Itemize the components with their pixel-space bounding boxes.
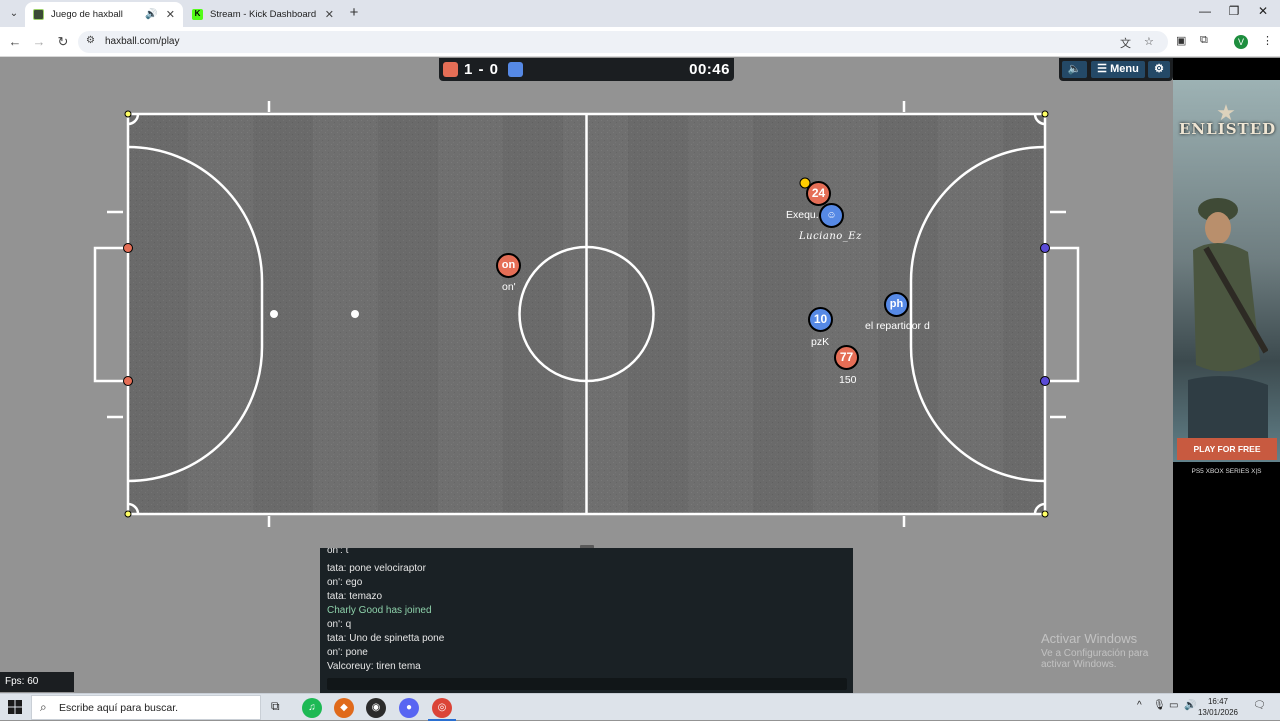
ad-platforms: PS5 XBOX SERIES X|S: [1173, 462, 1280, 482]
player-name: el repartidor d: [865, 320, 930, 332]
translate-icon[interactable]: 文: [1120, 35, 1131, 51]
chat-message: tata: pone velociraptor: [327, 563, 426, 574]
play-for-free-button[interactable]: PLAY FOR FREE: [1177, 438, 1277, 460]
windows-taskbar: ⌕ Escribe aquí para buscar. ⧉ ♫ ◆ ◉ ● ◎ …: [0, 693, 1280, 721]
browser-toolbar: ← → ↻ ⚙ haxball.com/play 文 ☆ ▣ ⧉ V ⋮: [0, 27, 1280, 57]
chat-message: on': t: [327, 548, 349, 556]
player-name: on': [502, 281, 516, 293]
scoreboard: 1 - 0 00:46: [439, 58, 734, 81]
volume-icon[interactable]: 🔊: [1184, 700, 1196, 711]
tab-juego-de-haxball[interactable]: Juego de haxball 🔊 ✕: [25, 2, 183, 27]
url-text[interactable]: haxball.com/play: [105, 36, 179, 47]
windows-activation-title: Activar Windows: [1041, 631, 1138, 646]
chat-panel: on': t tata: pone velociraptor on': ego …: [320, 548, 853, 693]
network-icon[interactable]: ▭: [1169, 700, 1178, 711]
site-info-icon[interactable]: ⚙: [86, 35, 95, 46]
player-disc: 24: [806, 181, 831, 206]
chat-message: tata: temazo: [327, 591, 383, 602]
tab-search-dropdown-icon[interactable]: ⌄: [5, 5, 23, 23]
soldier-illustration: [1188, 198, 1268, 440]
spotify-app-icon[interactable]: ♫: [302, 698, 322, 718]
profile-avatar[interactable]: V: [1234, 35, 1248, 49]
player-disc: on: [496, 253, 521, 278]
tab-close-icon[interactable]: ✕: [166, 8, 175, 21]
chat-message: on': pone: [327, 647, 368, 658]
tab-kick-dashboard[interactable]: K Stream - Kick Dashboard ✕: [184, 2, 342, 27]
tab-audio-icon[interactable]: 🔊: [145, 9, 157, 20]
tab-close-icon[interactable]: ✕: [325, 8, 334, 21]
menu-button[interactable]: ☰ Menu: [1091, 61, 1145, 78]
discord-app-icon[interactable]: ●: [399, 698, 419, 718]
player-name: 150: [839, 374, 857, 386]
browser-menu-icon[interactable]: ⋮: [1262, 34, 1273, 47]
player-disc: 10: [808, 307, 833, 332]
chat-message: on': ego: [327, 577, 363, 588]
chrome-app-icon[interactable]: ◎: [432, 698, 452, 718]
player-disc: 77: [834, 345, 859, 370]
ad-logo: ENLISTED: [1179, 120, 1277, 138]
haxball-game-view[interactable]: 1 - 0 00:46 🔈 ☰ Menu ⚙ 24 Exequ...re ☺ L…: [0, 58, 1173, 693]
taskbar-search[interactable]: ⌕ Escribe aquí para buscar.: [31, 695, 261, 720]
taskbar-search-placeholder: Escribe aquí para buscar.: [59, 702, 179, 714]
chat-input[interactable]: [327, 678, 847, 690]
chat-join-notice: Charly Good has joined: [327, 605, 432, 616]
obs-app-icon[interactable]: ◉: [366, 698, 386, 718]
bookmark-star-icon[interactable]: ☆: [1144, 35, 1154, 48]
player-name: pzK: [811, 336, 830, 348]
forward-arrow-icon[interactable]: →: [30, 33, 48, 51]
enlisted-ad-banner[interactable]: ★ ENLISTED PLAY FOR FREE PS5 XBOX SERIES…: [1173, 80, 1280, 482]
address-bar[interactable]: ⚙ haxball.com/play 文 ☆: [78, 31, 1168, 53]
extensions-puzzle-icon[interactable]: ⧉: [1200, 34, 1208, 47]
reload-icon[interactable]: ↻: [54, 33, 72, 51]
kick-favicon-icon: K: [192, 9, 203, 20]
blue-team-indicator: [508, 62, 523, 77]
show-hidden-icons-icon[interactable]: ^: [1137, 700, 1142, 711]
chat-message: Valcoreuy: tiren tema: [327, 661, 421, 672]
back-arrow-icon[interactable]: ←: [6, 33, 24, 51]
close-window-icon[interactable]: ✕: [1243, 4, 1280, 18]
red-team-indicator: [443, 62, 458, 77]
haxball-favicon-icon: [33, 9, 44, 20]
chat-message: on': q: [327, 619, 352, 630]
microphone-icon[interactable]: 🎙: [1153, 700, 1166, 711]
player-disc: ph: [884, 292, 909, 317]
menu-button-label: Menu: [1110, 63, 1139, 75]
clock-time: 16:47: [1207, 697, 1229, 706]
settings-gear-icon[interactable]: ⚙: [1148, 61, 1170, 78]
notifications-icon[interactable]: 🗨: [1253, 700, 1266, 711]
sound-toggle-icon[interactable]: 🔈: [1062, 61, 1087, 78]
taskbar-clock[interactable]: 16:47 13/01/2026: [1196, 696, 1240, 718]
chat-message: tata: Uno de spinetta pone: [327, 633, 445, 644]
brave-app-icon[interactable]: ◆: [334, 698, 354, 718]
browser-tab-strip: ⌄ Juego de haxball 🔊 ✕ K Stream - Kick D…: [0, 0, 1280, 27]
new-tab-button[interactable]: +: [345, 4, 363, 22]
player-disc: ☺: [819, 203, 844, 228]
player-name: Luciano_Ez: [799, 231, 862, 242]
game-extension-icon[interactable]: ▣: [1176, 34, 1186, 47]
windows-start-icon[interactable]: [8, 700, 22, 714]
game-controls: 🔈 ☰ Menu ⚙: [1059, 58, 1173, 81]
search-icon: ⌕: [40, 700, 47, 714]
clock-date: 13/01/2026: [1197, 708, 1239, 717]
score-text: 1 - 0: [464, 61, 500, 78]
windows-activation-subtitle: Ve a Configuración para activar Windows.: [1041, 648, 1149, 670]
task-view-icon[interactable]: ⧉: [271, 699, 280, 714]
match-timer: 00:46: [689, 61, 730, 78]
tab-title: Juego de haxball: [51, 9, 123, 20]
fps-counter: Fps: 60: [0, 672, 74, 692]
tab-title: Stream - Kick Dashboard: [210, 9, 317, 20]
